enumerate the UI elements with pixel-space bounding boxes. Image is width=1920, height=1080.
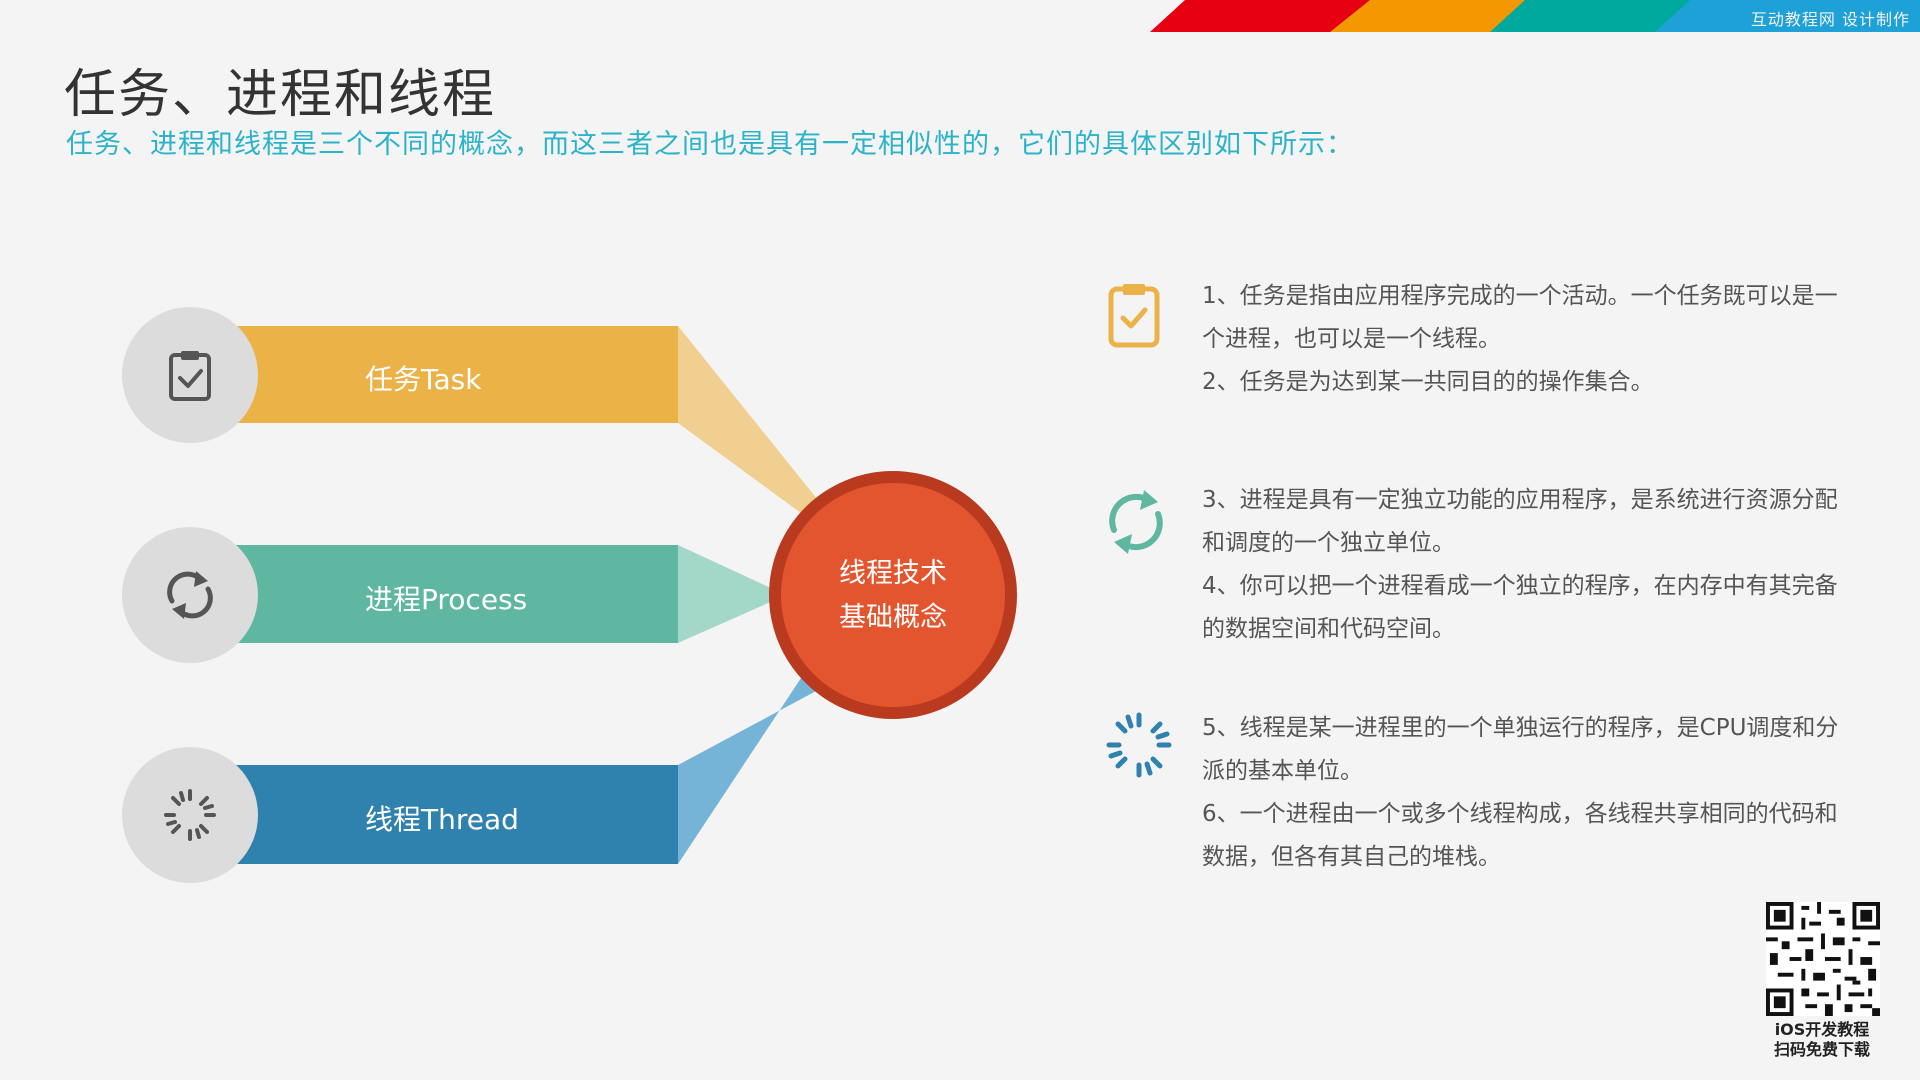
qr-caption: iOS开发教程 扫码免费下载 [1752, 1020, 1892, 1060]
thread-fan [678, 672, 818, 864]
thread-badge [122, 747, 258, 883]
process-fan [678, 545, 775, 643]
note-line: 2、任务是为达到某一共同目的的操作集合。 [1202, 369, 1654, 395]
note-1-icon [1108, 282, 1160, 352]
qr-code [1766, 902, 1880, 1016]
note-line: 3、进程是具有一定独立功能的应用程序，是系统进行资源分配和调度的一个独立单位。 [1202, 487, 1838, 556]
center-label: 线程技术 基础概念 [770, 552, 1016, 640]
task-badge [122, 307, 258, 443]
note-thread: 5、线程是某一进程里的一个单独运行的程序，是CPU调度和分派的基本单位。 6、一… [1202, 707, 1842, 879]
note-3-icon [1106, 712, 1172, 782]
clipboard-check-icon [169, 351, 211, 401]
note-2-icon [1104, 486, 1168, 562]
band-label-thread: 线程Thread [365, 803, 519, 836]
process-badge [122, 527, 258, 663]
note-line: 6、一个进程由一个或多个线程构成，各线程共享相同的代码和数据，但各有其自己的堆栈… [1202, 801, 1838, 870]
loading-spinner-icon [164, 789, 216, 841]
note-task: 1、任务是指由应用程序完成的一个活动。一个任务既可以是一个进程，也可以是一个线程… [1202, 275, 1842, 404]
clipboard-check-icon [1108, 284, 1160, 348]
note-line: 1、任务是指由应用程序完成的一个活动。一个任务既可以是一个进程，也可以是一个线程… [1202, 283, 1838, 352]
note-process: 3、进程是具有一定独立功能的应用程序，是系统进行资源分配和调度的一个独立单位。 … [1202, 479, 1842, 651]
note-line: 4、你可以把一个进程看成一个独立的程序，在内存中有其完备的数据空间和代码空间。 [1202, 573, 1838, 642]
band-label-process: 进程Process [365, 583, 528, 616]
refresh-cycle-icon [167, 571, 213, 619]
refresh-cycle-icon [1109, 490, 1163, 554]
loading-spinner-icon [1106, 712, 1172, 778]
note-line: 5、线程是某一进程里的一个单独运行的程序，是CPU调度和分派的基本单位。 [1202, 715, 1839, 784]
center-line-2: 基础概念 [839, 602, 947, 633]
qr-line-2: 扫码免费下载 [1773, 1040, 1870, 1059]
qr-line-1: iOS开发教程 [1774, 1020, 1870, 1039]
task-fan [678, 326, 818, 516]
band-label-task: 任务Task [365, 363, 482, 396]
center-line-1: 线程技术 [839, 558, 947, 589]
